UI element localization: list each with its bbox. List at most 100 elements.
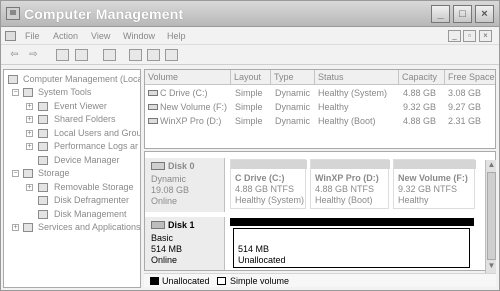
disk-1-info[interactable]: Disk 1 Basic 514 MB Online bbox=[145, 217, 225, 270]
volume-name: C Drive (C:) bbox=[148, 88, 208, 98]
volume-name-text: New Volume (F:) bbox=[160, 102, 228, 112]
partition-c-name: C Drive (C:) bbox=[235, 173, 285, 183]
volume-type: Dynamic bbox=[275, 102, 311, 112]
child-maximize-button[interactable]: ▫ bbox=[463, 30, 476, 42]
child-close-button[interactable]: × bbox=[479, 30, 492, 42]
column-type[interactable]: Type bbox=[271, 70, 315, 85]
table-row[interactable]: WinXP Pro (D:) Simple Dynamic Healthy (B… bbox=[145, 114, 495, 128]
expand-icon[interactable]: + bbox=[26, 116, 33, 123]
computer-management-window: Computer Management _ □ × File Action Vi… bbox=[0, 0, 500, 291]
console-menu-icon[interactable] bbox=[5, 31, 16, 41]
window-title: Computer Management bbox=[24, 6, 184, 22]
close-button[interactable]: × bbox=[475, 5, 494, 23]
table-row[interactable]: New Volume (F:) Simple Dynamic Healthy 9… bbox=[145, 100, 495, 114]
export-icon[interactable] bbox=[129, 49, 142, 61]
partition-f-name: New Volume (F:) bbox=[398, 173, 468, 183]
child-minimize-button[interactable]: _ bbox=[448, 30, 461, 42]
table-row[interactable]: C Drive (C:) Simple Dynamic Healthy (Sys… bbox=[145, 86, 495, 100]
up-level-icon[interactable] bbox=[56, 49, 69, 61]
console-icon[interactable] bbox=[165, 49, 178, 61]
tree-item-system-tools-label: System Tools bbox=[38, 87, 92, 97]
scroll-up-icon[interactable]: ▲ bbox=[487, 161, 496, 170]
partition-c-size: 4.88 GB NTFS bbox=[235, 184, 295, 194]
maximize-button[interactable]: □ bbox=[453, 5, 472, 23]
tree-item-performance-logs-label: Performance Logs ar bbox=[54, 141, 139, 151]
menu-file[interactable]: File bbox=[25, 31, 40, 41]
disk-1-type: Basic bbox=[151, 233, 174, 243]
disk-0-status: Online bbox=[151, 196, 178, 206]
volume-name: New Volume (F:) bbox=[148, 102, 227, 112]
volume-capacity: 4.88 GB bbox=[403, 88, 437, 98]
tree-item-local-users-label: Local Users and Grou bbox=[54, 128, 141, 138]
tree-item-shared-folders-label: Shared Folders bbox=[54, 114, 116, 124]
expand-icon[interactable]: + bbox=[12, 224, 19, 231]
tree-item-services-label: Services and Applications bbox=[38, 222, 141, 232]
simple-volume-swatch bbox=[217, 277, 226, 285]
volume-icon bbox=[148, 90, 158, 96]
column-capacity[interactable]: Capacity bbox=[399, 70, 445, 85]
partition-f-size: 9.32 GB NTFS bbox=[398, 184, 458, 194]
volume-type: Dynamic bbox=[275, 88, 311, 98]
properties-icon[interactable] bbox=[147, 49, 160, 61]
column-volume[interactable]: Volume bbox=[145, 70, 231, 85]
expand-icon[interactable]: + bbox=[26, 184, 33, 191]
partition-new-volume[interactable]: New Volume (F:) 9.32 GB NTFS Healthy bbox=[393, 159, 476, 209]
volume-layout: Simple bbox=[235, 88, 263, 98]
defragmenter-icon bbox=[38, 196, 48, 205]
partition-winxp-pro[interactable]: WinXP Pro (D:) 4.88 GB NTFS Healthy (Boo… bbox=[310, 159, 390, 209]
column-free-space[interactable]: Free Space bbox=[445, 70, 495, 85]
disk-0-title: Disk 0 bbox=[168, 161, 195, 171]
volume-name: WinXP Pro (D:) bbox=[148, 116, 221, 126]
expand-icon[interactable]: + bbox=[26, 103, 33, 110]
scroll-down-icon[interactable]: ▼ bbox=[487, 262, 496, 271]
column-layout[interactable]: Layout bbox=[231, 70, 271, 85]
unallocated-band bbox=[230, 218, 474, 226]
disk-1-status: Online bbox=[151, 255, 178, 265]
volume-free-space: 2.31 GB bbox=[448, 116, 482, 126]
toolbar: ⇦ ⇨ bbox=[1, 46, 499, 65]
volume-status: Healthy (Boot) bbox=[318, 116, 376, 126]
menu-window[interactable]: Window bbox=[123, 31, 155, 41]
expand-icon[interactable]: + bbox=[26, 130, 33, 137]
disk-0-info[interactable]: Disk 0 Dynamic 19.08 GB Online bbox=[145, 158, 225, 212]
disk-0-type: Dynamic bbox=[151, 174, 187, 184]
collapse-icon[interactable]: − bbox=[12, 170, 19, 177]
collapse-icon[interactable]: − bbox=[12, 89, 19, 96]
partition-c-drive[interactable]: C Drive (C:) 4.88 GB NTFS Healthy (Syste… bbox=[230, 159, 307, 209]
legend-simple-volume: Simple volume bbox=[230, 276, 290, 286]
partition-c-status: Healthy (System) bbox=[235, 195, 305, 205]
volume-layout: Simple bbox=[235, 116, 263, 126]
menu-help[interactable]: Help bbox=[167, 31, 186, 41]
expand-icon[interactable]: + bbox=[26, 143, 33, 150]
show-hide-tree-icon[interactable] bbox=[75, 49, 88, 61]
unallocated-swatch bbox=[150, 277, 159, 285]
disk-1-title: Disk 1 bbox=[168, 220, 195, 230]
help-icon[interactable] bbox=[103, 49, 116, 61]
menu-view[interactable]: View bbox=[91, 31, 110, 41]
volume-list-header: Volume Layout Type Status Capacity Free … bbox=[145, 70, 495, 85]
tools-icon bbox=[23, 88, 33, 97]
menu-action[interactable]: Action bbox=[53, 31, 78, 41]
unallocated-space[interactable]: 514 MB Unallocated bbox=[233, 228, 470, 268]
disk-graphical-view: Disk 0 Dynamic 19.08 GB Online C Drive (… bbox=[144, 151, 496, 271]
services-icon bbox=[23, 223, 33, 232]
partition-band bbox=[394, 160, 476, 169]
forward-button[interactable]: ⇨ bbox=[27, 49, 40, 61]
scroll-thumb[interactable] bbox=[487, 172, 496, 260]
volume-status: Healthy bbox=[318, 102, 349, 112]
back-button[interactable]: ⇦ bbox=[8, 49, 21, 61]
partition-band bbox=[231, 160, 307, 169]
event-viewer-icon bbox=[38, 102, 48, 111]
disk-icon bbox=[151, 221, 165, 229]
column-status[interactable]: Status bbox=[315, 70, 399, 85]
menu-bar: File Action View Window Help _ ▫ × bbox=[1, 28, 499, 45]
title-bar[interactable]: Computer Management _ □ × bbox=[1, 1, 499, 27]
partition-d-status: Healthy (Boot) bbox=[315, 195, 373, 205]
tree-item-removable-storage-label: Removable Storage bbox=[54, 182, 134, 192]
legend: Unallocated Simple volume bbox=[144, 273, 496, 287]
partition-f-status: Healthy bbox=[398, 195, 429, 205]
minimize-button[interactable]: _ bbox=[431, 5, 450, 23]
disk-management-icon bbox=[38, 210, 48, 219]
volume-list: Volume Layout Type Status Capacity Free … bbox=[144, 69, 496, 149]
disk-view-scrollbar[interactable]: ▲ ▼ bbox=[485, 160, 496, 273]
